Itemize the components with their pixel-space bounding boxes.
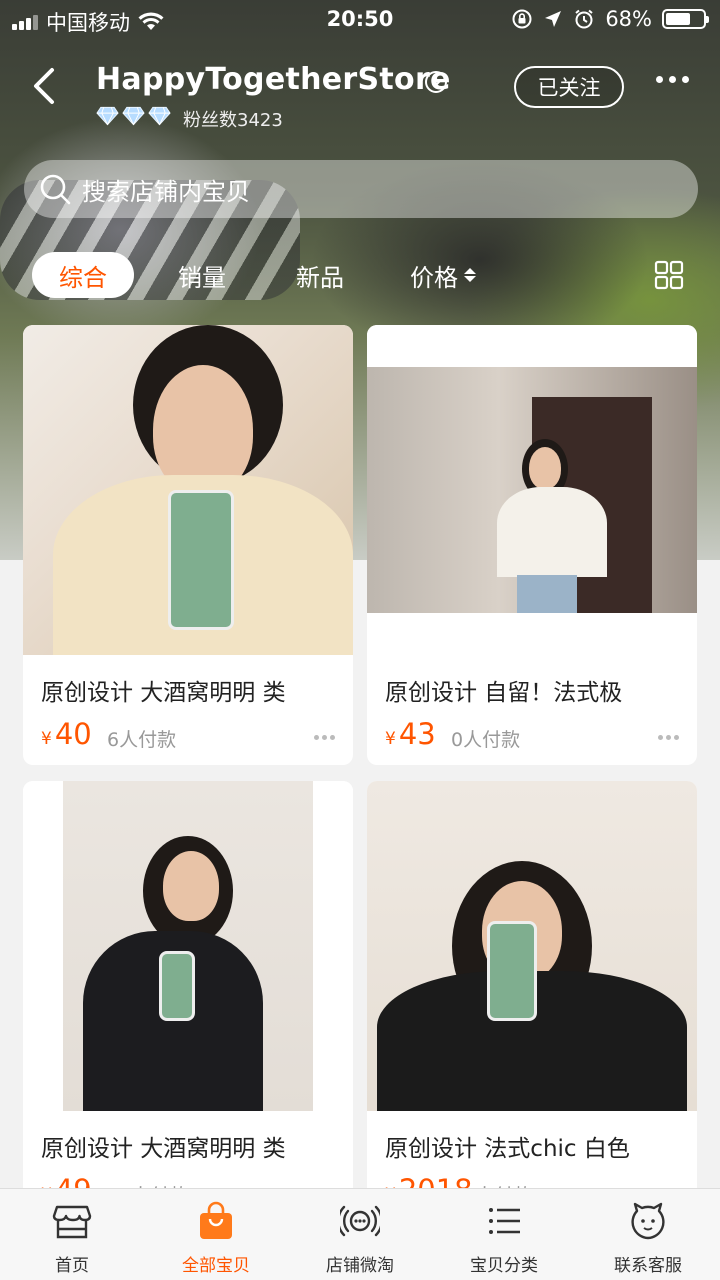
product-image[interactable] [367,325,697,655]
tab-comprehensive[interactable]: 综合 [32,252,134,298]
tab-categories-label: 宝贝分类 [470,1256,538,1276]
tab-home[interactable]: 首页 [0,1189,144,1280]
sold-count: 6人付款 [107,729,177,751]
battery-icon [662,9,709,29]
bottom-tab-bar: 首页 全部宝贝 店铺微淘 宝贝分类 联系客服 [0,1188,720,1280]
tab-store-feed-label: 店铺微淘 [326,1256,394,1276]
bag-icon [200,1201,232,1239]
product-title[interactable]: 原创设计 大酒窝明明 类 [41,673,286,707]
grid-view-icon[interactable] [654,260,684,290]
chat-face-icon [631,1202,665,1240]
more-icon[interactable] [658,735,679,740]
back-arrow-icon [34,68,54,104]
product-price: ¥40 [41,717,92,751]
tab-store-feed[interactable]: 店铺微淘 [288,1189,432,1280]
diamond-icon [148,106,171,126]
product-image[interactable] [23,325,353,655]
follow-button[interactable]: 已关注 [514,66,624,108]
diamond-icon [122,106,145,126]
search-input[interactable]: 搜索店铺内宝贝 [24,160,698,218]
back-button[interactable] [26,64,66,112]
tab-price-label: 价格 [410,263,458,292]
product-card[interactable]: 原创设计 大酒窝明明 类 ¥49 32人付款 [23,781,353,1221]
tab-sales[interactable]: 销量 [160,252,244,298]
battery-percent: 68% [605,7,652,31]
product-card[interactable]: 原创设计 法式chic 白色 ¥2018 14人付款 [367,781,697,1221]
tab-all-items-label: 全部宝贝 [182,1256,250,1276]
more-icon[interactable] [314,735,335,740]
location-icon [545,11,562,27]
store-header: HappyTogetherStore 粉丝数3423 已关注 [0,50,720,140]
tab-contact-service-label: 联系客服 [614,1256,682,1276]
product-title[interactable]: 原创设计 法式chic 白色 [385,1129,630,1163]
tab-new[interactable]: 新品 [278,252,362,298]
chevron-right-circle-icon[interactable] [424,70,448,94]
tab-home-label: 首页 [55,1256,89,1276]
seller-rank-diamonds [96,106,171,126]
shop-icon [52,1205,92,1239]
product-image[interactable] [367,781,697,1111]
product-card[interactable]: 原创设计 大酒窝明明 类 ¥40 6人付款 [23,325,353,765]
tab-all-items[interactable]: 全部宝贝 [144,1189,288,1280]
search-placeholder: 搜索店铺内宝贝 [82,177,250,206]
alarm-icon [575,9,593,29]
broadcast-icon [340,1205,380,1237]
fans-count: 粉丝数3423 [183,110,283,131]
product-price: ¥43 [385,717,436,751]
store-name[interactable]: HappyTogetherStore [96,62,451,97]
product-title[interactable]: 原创设计 自留！法式极 [385,673,622,707]
sold-count: 0人付款 [451,729,521,751]
product-card[interactable]: 原创设计 自留！法式极 ¥43 0人付款 [367,325,697,765]
diamond-icon [96,106,119,126]
product-image[interactable] [23,781,353,1111]
sort-tabs: 综合 销量 新品 价格 [0,252,720,300]
tab-contact-service[interactable]: 联系客服 [576,1189,720,1280]
list-icon [489,1208,520,1234]
product-title[interactable]: 原创设计 大酒窝明明 类 [41,1129,286,1163]
status-bar: 中国移动 20:50 68% [0,0,720,40]
tab-categories[interactable]: 宝贝分类 [432,1189,576,1280]
more-options-button[interactable] [656,76,689,83]
tab-price[interactable]: 价格 [398,252,488,298]
sort-arrows-icon [464,268,476,282]
search-icon [40,174,71,205]
rotation-lock-icon [512,9,532,29]
